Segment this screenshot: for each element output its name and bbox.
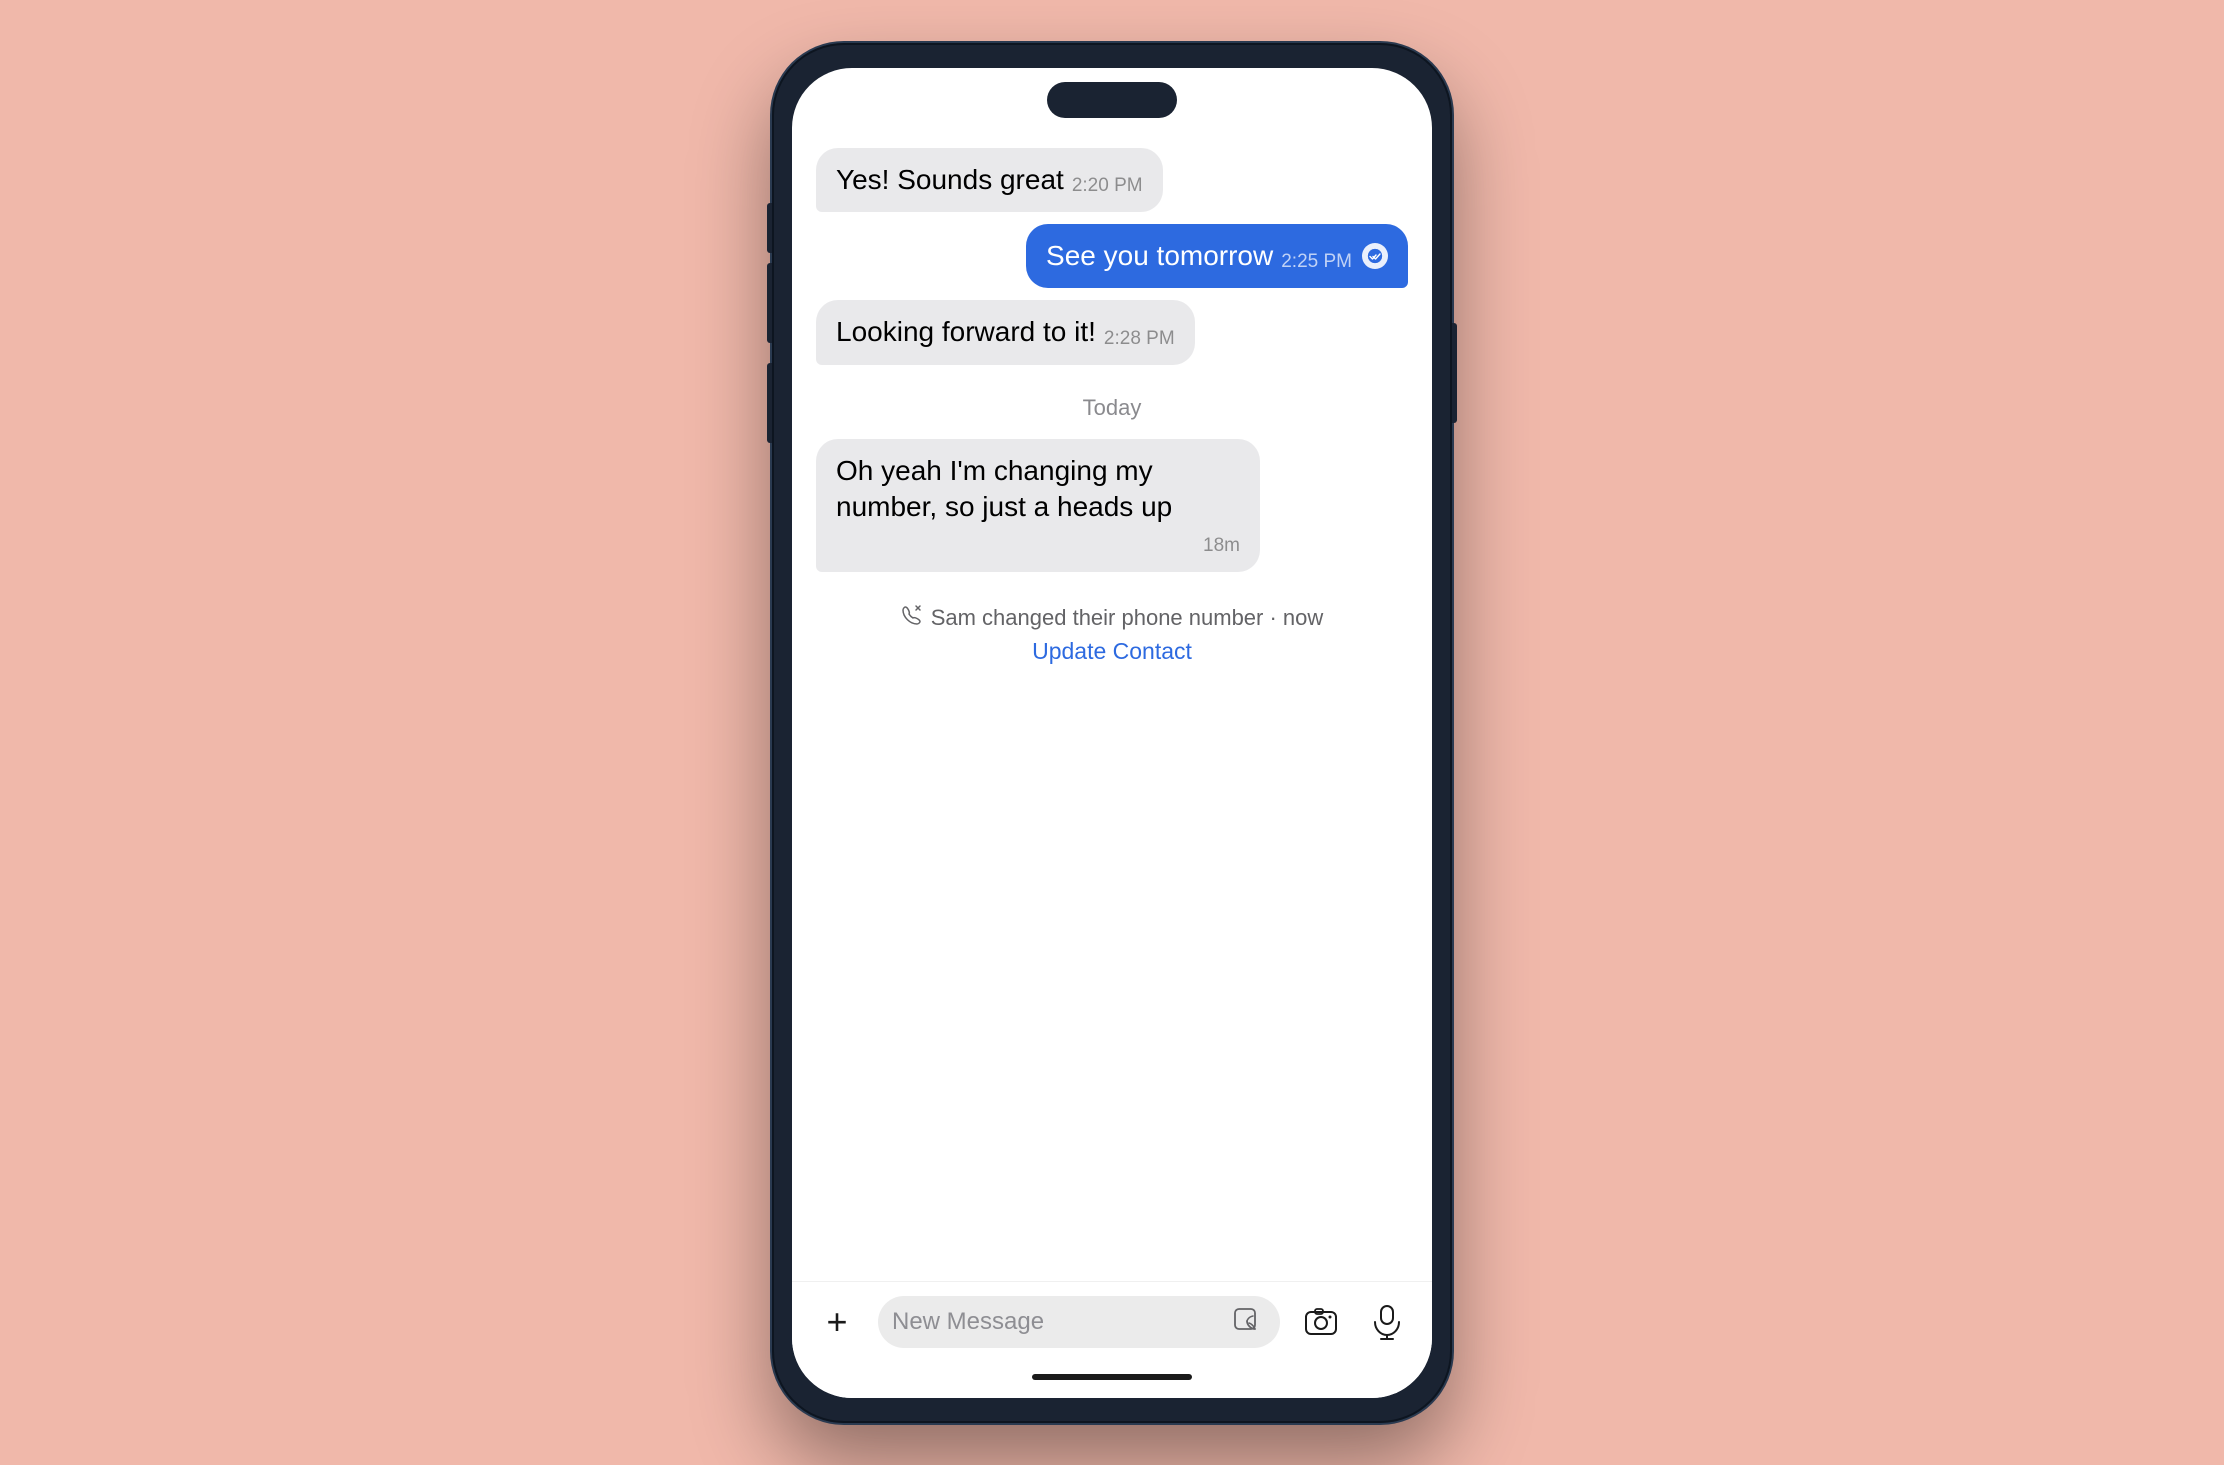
microphone-icon[interactable] [1362,1297,1412,1347]
received-bubble: Looking forward to it! 2:28 PM [816,300,1195,364]
volume-up-button [767,263,772,343]
camera-icon[interactable] [1296,1297,1346,1347]
chat-area: Yes! Sounds great 2:20 PM See you tomorr… [792,68,1432,1281]
phone-changed-icon [901,604,923,632]
received-bubble-multiline: Oh yeah I'm changing my number, so just … [816,439,1260,573]
message-input[interactable]: New Message [892,1308,1220,1336]
sent-bubble: See you tomorrow 2:25 PM [1026,224,1408,288]
table-row: Looking forward to it! 2:28 PM [816,300,1408,364]
message-time: 2:20 PM [1072,175,1143,197]
power-button [1452,323,1457,423]
phone-screen: Yes! Sounds great 2:20 PM See you tomorr… [792,68,1432,1398]
table-row: Yes! Sounds great 2:20 PM [816,148,1408,212]
add-button[interactable]: + [812,1297,862,1347]
system-notification: Sam changed their phone number · now Upd… [816,604,1408,665]
home-bar [1032,1374,1192,1380]
table-row: Oh yeah I'm changing my number, so just … [816,439,1408,573]
time-row: 18m [836,535,1240,558]
message-text: Yes! Sounds great [836,162,1064,198]
message-text: Looking forward to it! [836,314,1096,350]
sticker-icon[interactable] [1230,1304,1266,1340]
message-text: Oh yeah I'm changing my number, so just … [836,453,1240,526]
message-input-area: + New Message [792,1281,1432,1364]
update-contact-link[interactable]: Update Contact [816,638,1408,665]
message-time: 2:25 PM [1281,251,1352,273]
read-receipt-icon [1362,243,1388,269]
message-text: See you tomorrow [1046,238,1273,274]
table-row: See you tomorrow 2:25 PM [816,224,1408,288]
phone-frame: Yes! Sounds great 2:20 PM See you tomorr… [772,43,1452,1423]
message-time: 18m [1203,535,1240,557]
message-time: 2:28 PM [1104,328,1175,350]
message-input-wrapper[interactable]: New Message [878,1296,1280,1348]
dynamic-island [1047,82,1177,118]
volume-down-button [767,363,772,443]
silent-switch [767,203,772,253]
home-indicator [792,1364,1432,1398]
notification-text: Sam changed their phone number · now [816,604,1408,632]
date-separator: Today [816,395,1408,421]
received-bubble: Yes! Sounds great 2:20 PM [816,148,1163,212]
